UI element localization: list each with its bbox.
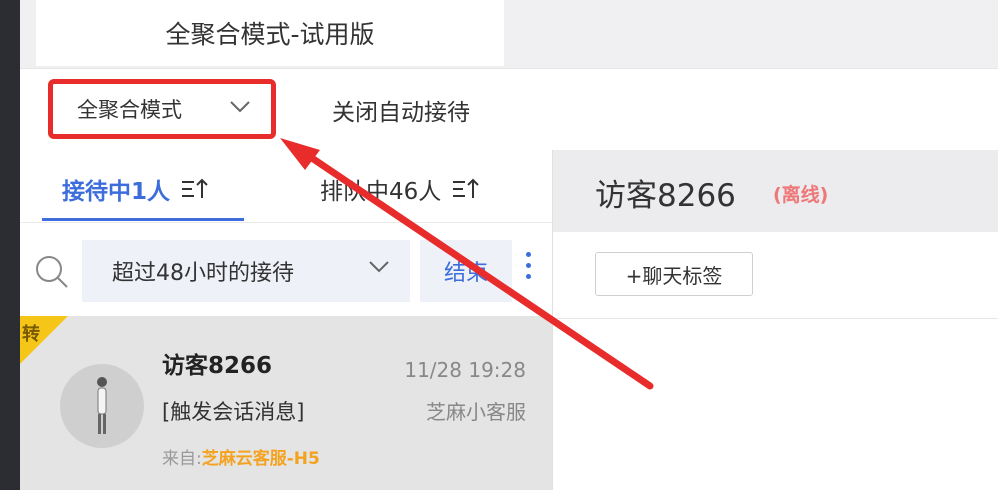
session-filter-value: 超过48小时的接待 — [112, 261, 294, 286]
top-tab-bar: 全聚合模式-试用版 — [20, 0, 998, 68]
session-list-panel: 接待中1人 排队中46人 超过48小时的接待 结束 转 访客8266 11/28… — [20, 150, 552, 490]
end-button-label: 结束 — [443, 261, 488, 286]
mode-tab[interactable]: 全聚合模式-试用版 — [36, 0, 504, 66]
mode-select[interactable]: 全聚合模式 — [48, 79, 276, 139]
end-button[interactable]: 结束 — [420, 240, 512, 302]
chat-tag-row: +聊天标签 — [553, 232, 998, 319]
chat-detail-panel: 访客8266 (离线) +聊天标签 — [552, 150, 998, 490]
session-list-item[interactable]: 转 访客8266 11/28 19:28 [触发会话消息] 芝麻小客服 来自: … — [20, 316, 552, 490]
source-label: 来自: — [162, 449, 202, 469]
add-chat-tag-button[interactable]: +聊天标签 — [595, 252, 753, 296]
session-source: 来自: 芝麻云客服-H5 — [162, 444, 320, 469]
tab-serving-label: 接待中1人 — [62, 179, 171, 205]
sort-icon[interactable] — [451, 178, 479, 200]
sort-icon[interactable] — [180, 178, 208, 200]
visitor-name: 访客8266 — [162, 353, 273, 379]
avatar-icon — [97, 377, 107, 434]
mode-tab-label: 全聚合模式-试用版 — [165, 20, 375, 49]
search-icon[interactable] — [34, 254, 70, 290]
active-tab-indicator — [42, 218, 244, 221]
session-time: 11/28 19:28 — [404, 358, 526, 382]
toolbar: 全聚合模式 关闭自动接待 — [20, 68, 998, 151]
last-message: [触发会话消息] — [162, 400, 305, 424]
chat-visitor-name: 访客8266 — [595, 178, 736, 214]
more-icon[interactable] — [522, 252, 534, 285]
visitor-status: (离线) — [773, 184, 829, 206]
close-auto-reception-button[interactable]: 关闭自动接待 — [332, 93, 470, 127]
filter-row: 超过48小时的接待 结束 — [20, 222, 552, 316]
transfer-badge-label: 转 — [22, 324, 40, 345]
add-chat-tag-label: +聊天标签 — [625, 263, 723, 288]
tab-queue[interactable]: 排队中46人 — [320, 172, 479, 206]
left-sidebar-strip — [0, 0, 20, 490]
chevron-down-icon — [230, 101, 250, 113]
session-tabs: 接待中1人 排队中46人 — [20, 150, 552, 223]
chevron-down-icon — [369, 261, 389, 273]
mode-select-value: 全聚合模式 — [77, 98, 182, 122]
source-value: 芝麻云客服-H5 — [201, 449, 320, 469]
avatar — [60, 364, 144, 448]
tab-serving[interactable]: 接待中1人 — [62, 172, 208, 206]
agent-name: 芝麻小客服 — [426, 400, 526, 424]
tab-queue-label: 排队中46人 — [320, 179, 442, 205]
chat-header: 访客8266 (离线) — [553, 150, 998, 232]
session-filter-select[interactable]: 超过48小时的接待 — [82, 240, 410, 302]
